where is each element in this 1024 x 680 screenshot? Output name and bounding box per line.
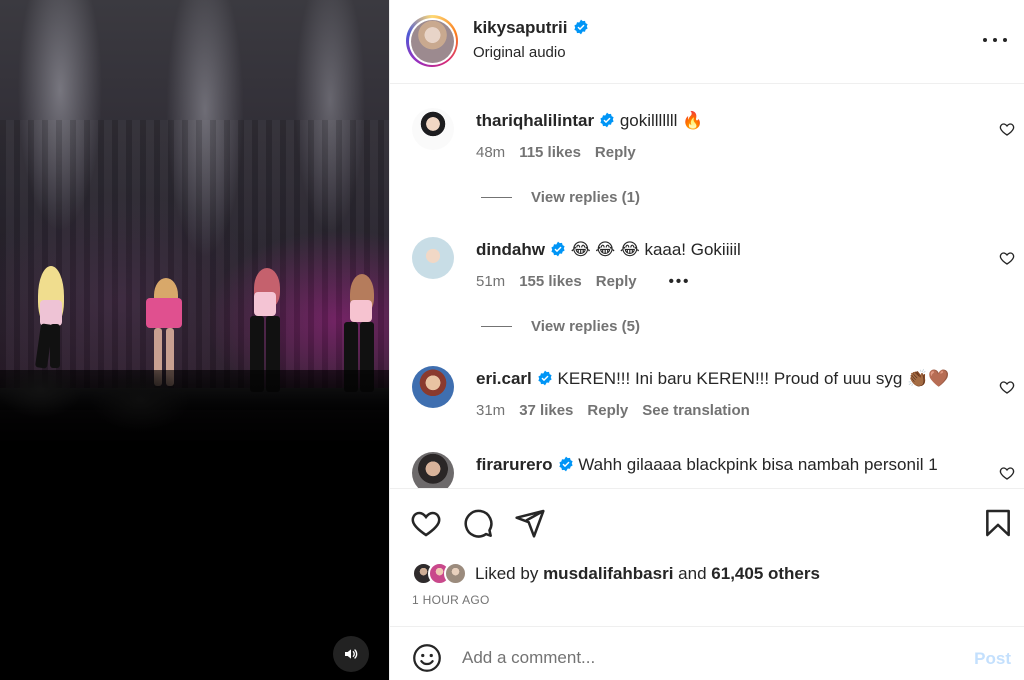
verified-badge-icon (551, 241, 565, 257)
heart-icon[interactable] (999, 250, 1015, 266)
comment-text: eri.carl KEREN!!! Ini baru KEREN!!! Prou… (476, 368, 966, 390)
comment-text: thariqhalilintar gokilllllll 🔥 (476, 110, 966, 132)
comment-likes[interactable]: 37 likes (519, 402, 573, 419)
liked-by-user[interactable]: musdalifahbasri (543, 564, 673, 584)
verified-badge-icon (558, 456, 573, 472)
likes-summary[interactable]: Liked by musdalifahbasri and 61,405 othe… (412, 562, 820, 585)
comment-options-button[interactable]: ••• (669, 273, 691, 290)
speaker-icon (345, 649, 358, 659)
avatar[interactable] (412, 108, 454, 150)
comment-body: KEREN!!! Ini baru KEREN!!! Proud of uuu … (557, 369, 950, 388)
view-replies-button[interactable]: View replies (1) (481, 189, 640, 206)
heart-icon[interactable] (999, 465, 1015, 481)
verified-badge-icon (573, 19, 588, 35)
comment-likes[interactable]: 115 likes (519, 144, 581, 161)
video-player[interactable] (0, 0, 389, 680)
comment-input[interactable] (462, 641, 922, 675)
comment-username[interactable]: eri.carl (476, 369, 532, 388)
audio-label[interactable]: Original audio (473, 44, 566, 61)
comment-time[interactable]: 31m (476, 402, 505, 419)
see-translation-button[interactable]: See translation (642, 402, 750, 419)
liked-by-avatars (412, 562, 467, 585)
comments-list[interactable]: thariqhalilintar gokilllllll 🔥 48m 115 l… (390, 85, 1024, 488)
add-comment-bar: Post (390, 626, 1024, 680)
avatar[interactable] (412, 452, 454, 488)
post-timestamp[interactable]: 1 HOUR AGO (412, 593, 490, 607)
bookmark-icon[interactable] (982, 507, 1014, 539)
heart-icon[interactable] (410, 507, 442, 539)
comment-username[interactable]: dindahw (476, 240, 545, 259)
more-options-button[interactable] (983, 30, 1007, 50)
avatar (444, 562, 467, 585)
comment-time[interactable]: 48m (476, 144, 505, 161)
heart-icon[interactable] (999, 379, 1015, 395)
post-comment-button[interactable]: Post (974, 649, 1011, 669)
liked-by-label: Liked by (475, 563, 539, 583)
audience-silhouette (0, 370, 389, 680)
more-horizontal-icon (983, 38, 987, 42)
comment-body: 😂 😂 😂 kaaa! Gokiiiil (570, 240, 741, 259)
avatar[interactable] (412, 366, 454, 408)
reply-button[interactable]: Reply (596, 273, 637, 290)
send-icon[interactable] (514, 507, 546, 539)
view-replies-button[interactable]: View replies (5) (481, 318, 640, 335)
avatar[interactable] (410, 19, 454, 63)
post-header: kikysaputrii Original audio (390, 0, 1024, 84)
smiley-icon[interactable] (412, 643, 442, 673)
heart-icon[interactable] (999, 121, 1015, 137)
sound-toggle-button[interactable] (333, 636, 369, 672)
post-author-username[interactable]: kikysaputrii (473, 18, 589, 38)
liked-by-and: and (678, 563, 707, 583)
comment-text: firarurero Wahh gilaaaa blackpink bisa n… (476, 454, 966, 476)
comment-icon[interactable] (462, 507, 494, 539)
post-actions: Liked by musdalifahbasri and 61,405 othe… (390, 488, 1024, 626)
post-details-panel: kikysaputrii Original audio thariqhalili… (389, 0, 1024, 680)
comment-username[interactable]: firarurero (476, 455, 553, 474)
comment-meta: 51m 155 likes Reply ••• (476, 273, 690, 290)
comment-likes[interactable]: 155 likes (519, 273, 582, 290)
liked-by-others[interactable]: 61,405 others (711, 564, 820, 584)
avatar[interactable] (412, 237, 454, 279)
comment-username[interactable]: thariqhalilintar (476, 111, 594, 130)
comment-text: dindahw 😂 😂 😂 kaaa! Gokiiiil (476, 239, 966, 261)
verified-badge-icon (600, 112, 614, 128)
comment-time[interactable]: 51m (476, 273, 505, 290)
story-ring[interactable] (406, 15, 458, 67)
verified-badge-icon (538, 370, 552, 386)
comment-meta: 48m 115 likes Reply (476, 144, 636, 161)
comment-body: gokilllllll 🔥 (619, 111, 704, 130)
comment-meta: 31m 37 likes Reply See translation (476, 402, 750, 419)
reply-button[interactable]: Reply (587, 402, 628, 419)
comment-body: Wahh gilaaaa blackpink bisa nambah perso… (578, 455, 938, 474)
reply-button[interactable]: Reply (595, 144, 636, 161)
